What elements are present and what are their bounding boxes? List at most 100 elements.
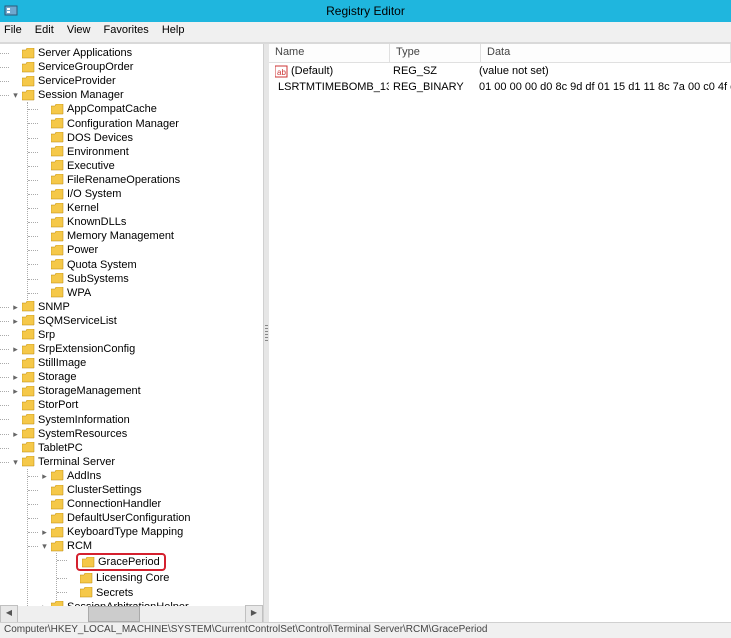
tree-node-label: Srp — [38, 328, 55, 342]
menu-favorites[interactable]: Favorites — [104, 24, 149, 36]
tree-node-label: SubSystems — [67, 272, 129, 286]
tree-node[interactable]: Storage — [20, 370, 79, 384]
list-pane: Name Type Data ab(Default)REG_SZ(value n… — [269, 44, 731, 622]
folder-icon — [51, 132, 64, 143]
tree-node[interactable]: Power — [49, 243, 100, 257]
value-type: REG_SZ — [389, 65, 475, 77]
tree-node[interactable]: KeyboardType Mapping — [49, 525, 185, 539]
tree-node[interactable]: FileRenameOperations — [49, 173, 182, 187]
tree-horizontal-scrollbar[interactable]: ◀ ▶ — [0, 606, 263, 622]
tree-toggle[interactable]: ▸ — [11, 370, 20, 384]
tree-node[interactable]: ServiceProvider — [20, 74, 118, 88]
scroll-track[interactable] — [18, 606, 245, 622]
tree-toggle[interactable]: ▸ — [11, 314, 20, 328]
tree-node[interactable]: AppCompatCache — [49, 102, 159, 116]
tree-node-label: TabletPC — [38, 441, 83, 455]
tree-node[interactable]: Srp — [20, 328, 57, 342]
tree-node[interactable]: DOS Devices — [49, 131, 135, 145]
tree-node[interactable]: GracePeriod — [76, 553, 166, 571]
tree-node-label: StillImage — [38, 356, 86, 370]
tree-node[interactable]: ConnectionHandler — [49, 497, 163, 511]
tree-node[interactable]: I/O System — [49, 187, 123, 201]
tree-toggle[interactable]: ▾ — [11, 455, 20, 469]
list-row[interactable]: 011LSRTMTIMEBOMB_132...REG_BINARY01 00 0… — [269, 79, 731, 95]
tree-node-label: SystemInformation — [38, 413, 130, 427]
tree-node[interactable]: AddIns — [49, 469, 103, 483]
tree-toggle[interactable]: ▾ — [11, 88, 20, 102]
tree-node[interactable]: Environment — [49, 145, 131, 159]
tree-node[interactable]: ClusterSettings — [49, 483, 144, 497]
tree-node-label: ServiceProvider — [38, 74, 116, 88]
tree-node[interactable]: Quota System — [49, 258, 139, 272]
folder-icon — [51, 245, 64, 256]
tree-node[interactable]: Secrets — [78, 586, 135, 600]
tree-node[interactable]: WPA — [49, 286, 93, 300]
menu-file[interactable]: File — [4, 24, 22, 36]
tree-node[interactable]: KnownDLLs — [49, 215, 128, 229]
folder-icon — [22, 344, 35, 355]
menu-edit[interactable]: Edit — [35, 24, 54, 36]
folder-icon — [51, 513, 64, 524]
tree-node[interactable]: Executive — [49, 159, 117, 173]
tree-toggle[interactable]: ▾ — [40, 539, 49, 553]
status-bar: Computer\HKEY_LOCAL_MACHINE\SYSTEM\Curre… — [0, 622, 731, 638]
tree-node[interactable]: Configuration Manager — [49, 117, 181, 131]
tree-node[interactable]: SNMP — [20, 300, 72, 314]
folder-icon — [51, 160, 64, 171]
column-header-data[interactable]: Data — [481, 44, 731, 62]
tree-node[interactable]: ServiceGroupOrder — [20, 60, 135, 74]
tree-node-label: Storage — [38, 370, 77, 384]
folder-icon — [51, 231, 64, 242]
tree-toggle[interactable]: ▸ — [11, 342, 20, 356]
tree-node[interactable]: StorageManagement — [20, 384, 143, 398]
tree-node[interactable]: StorPort — [20, 398, 80, 412]
folder-icon — [22, 386, 35, 397]
list-row[interactable]: ab(Default)REG_SZ(value not set) — [269, 63, 731, 79]
tree-node-label: SystemResources — [38, 427, 127, 441]
scroll-left-button[interactable]: ◀ — [0, 605, 18, 622]
folder-icon — [51, 146, 64, 157]
folder-icon — [82, 557, 95, 568]
menu-view[interactable]: View — [67, 24, 91, 36]
tree-node-label: RCM — [67, 539, 92, 553]
tree-node[interactable]: TabletPC — [20, 441, 85, 455]
tree-node-label: Licensing Core — [96, 571, 169, 585]
tree-node[interactable]: SQMServiceList — [20, 314, 119, 328]
tree-node-label: Kernel — [67, 201, 99, 215]
tree-node[interactable]: RCM — [49, 539, 94, 553]
column-header-type[interactable]: Type — [390, 44, 481, 62]
tree-node[interactable]: StillImage — [20, 356, 88, 370]
tree-node[interactable]: Terminal Server — [20, 455, 117, 469]
tree-node[interactable]: DefaultUserConfiguration — [49, 511, 193, 525]
tree-toggle[interactable]: ▸ — [11, 427, 20, 441]
tree-node-label: StorPort — [38, 398, 78, 412]
tree-toggle[interactable]: ▸ — [40, 469, 49, 483]
tree-toggle[interactable]: ▸ — [11, 300, 20, 314]
tree-node[interactable]: SubSystems — [49, 272, 131, 286]
column-header-name[interactable]: Name — [269, 44, 390, 62]
tree-node-label: Secrets — [96, 586, 133, 600]
tree-node-label: ServiceGroupOrder — [38, 60, 133, 74]
tree-node[interactable]: SrpExtensionConfig — [20, 342, 137, 356]
tree-toggle[interactable]: ▸ — [40, 525, 49, 539]
scroll-thumb[interactable] — [88, 606, 140, 622]
tree-node[interactable]: Session Manager — [20, 88, 126, 102]
tree-node-label: Memory Management — [67, 229, 174, 243]
pane-splitter[interactable] — [264, 44, 269, 622]
menu-help[interactable]: Help — [162, 24, 185, 36]
tree-node[interactable]: Server Applications — [20, 46, 134, 60]
value-data: 01 00 00 00 d0 8c 9d df 01 15 d1 11 8c 7… — [475, 81, 731, 93]
folder-icon — [22, 62, 35, 73]
tree-toggle[interactable]: ▸ — [11, 384, 20, 398]
scroll-right-button[interactable]: ▶ — [245, 605, 263, 622]
tree-node-label: ConnectionHandler — [67, 497, 161, 511]
tree-node[interactable]: SystemInformation — [20, 413, 132, 427]
tree-node-label: AppCompatCache — [67, 102, 157, 116]
folder-icon — [51, 499, 64, 510]
tree-node[interactable]: Memory Management — [49, 229, 176, 243]
tree-node[interactable]: Kernel — [49, 201, 101, 215]
tree-node[interactable]: Licensing Core — [78, 571, 171, 585]
folder-icon — [51, 527, 64, 538]
value-name: (Default) — [291, 65, 333, 77]
tree-node[interactable]: SystemResources — [20, 427, 129, 441]
